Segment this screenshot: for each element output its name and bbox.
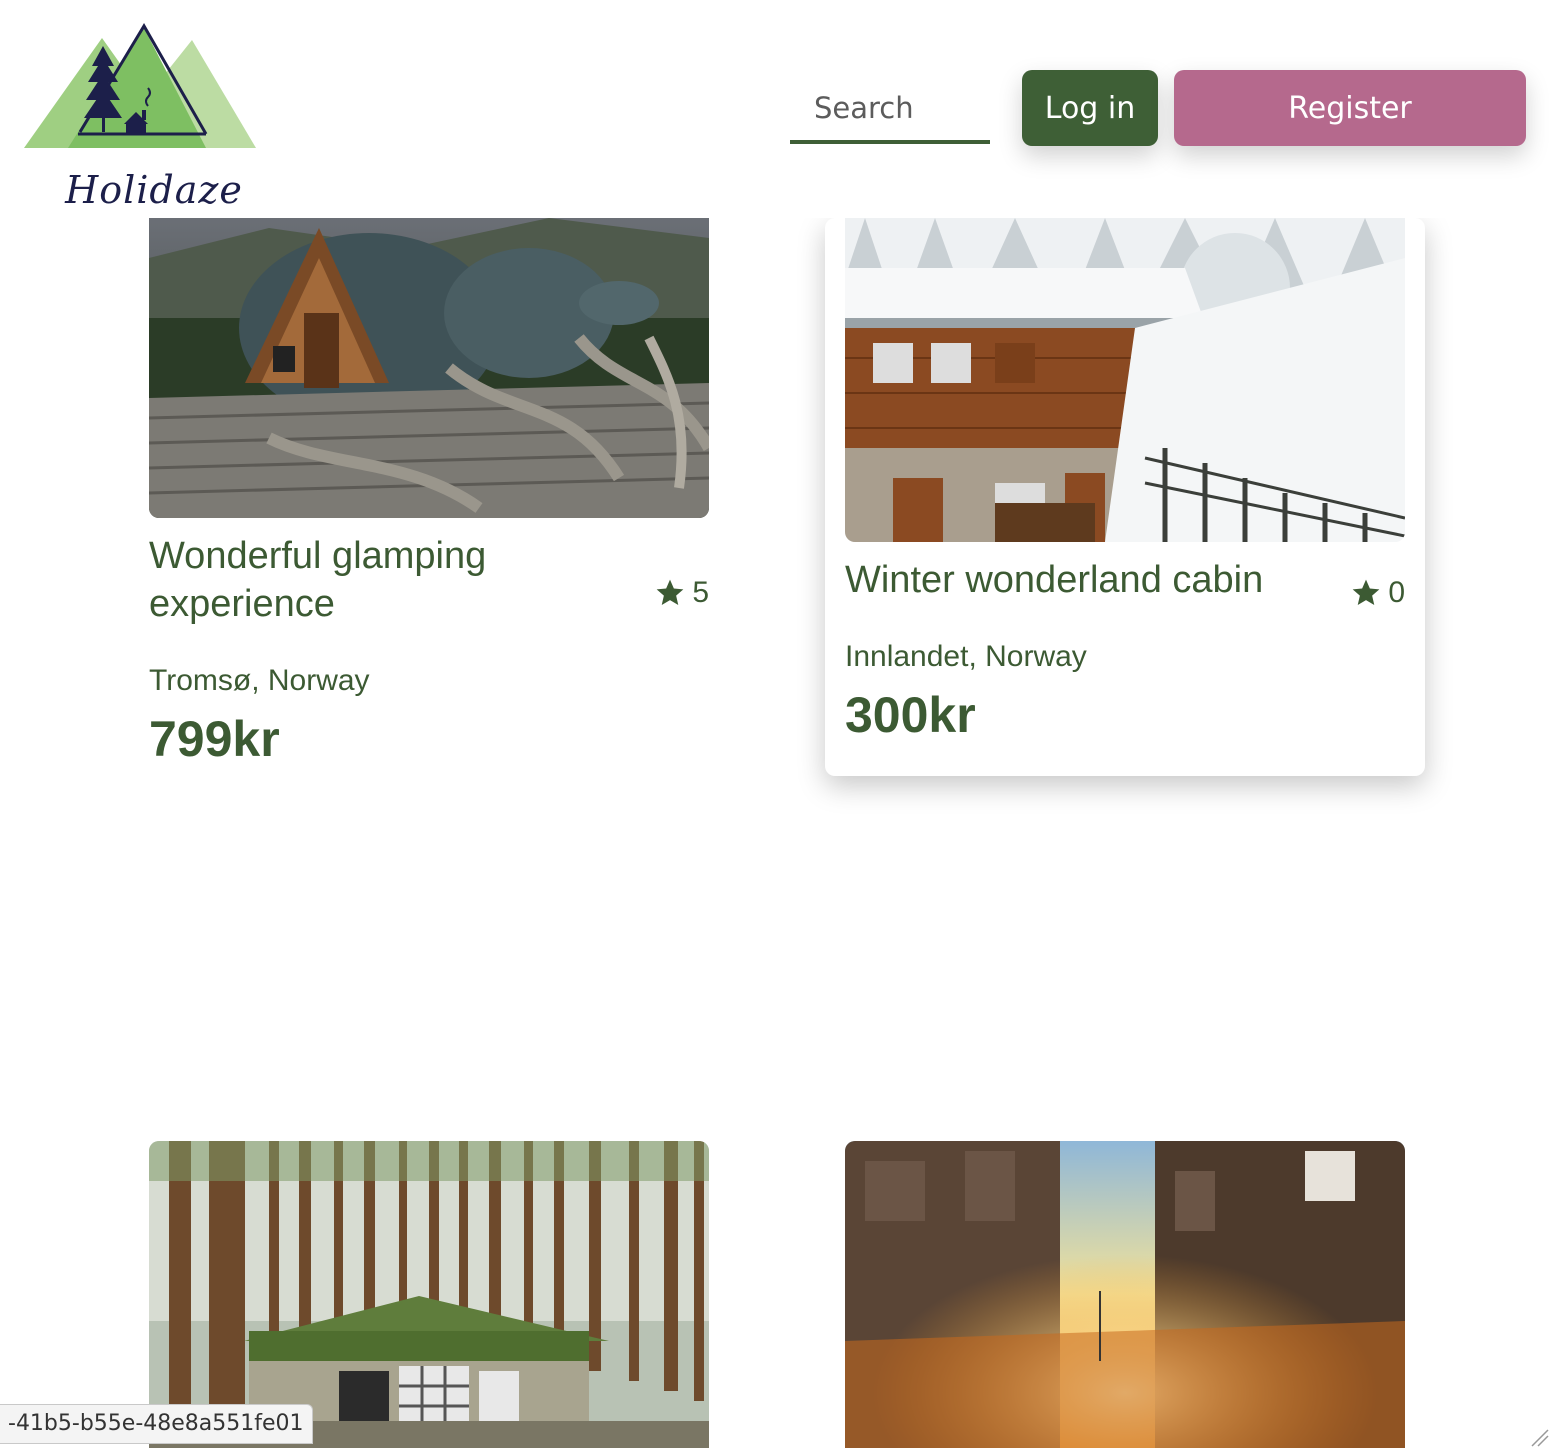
brand-name: Holidaze bbox=[65, 168, 243, 212]
search-input[interactable] bbox=[790, 80, 990, 136]
site-header: Holidaze Log in Register bbox=[0, 0, 1550, 218]
register-button[interactable]: Register bbox=[1174, 70, 1526, 146]
listing-price: 799kr bbox=[149, 711, 280, 767]
login-button[interactable]: Log in bbox=[1022, 70, 1158, 146]
winter-cabin-photo bbox=[845, 218, 1405, 542]
listing-image bbox=[149, 218, 709, 518]
listing-location: Tromsø, Norway bbox=[149, 664, 370, 697]
resize-handle-icon[interactable] bbox=[1528, 1426, 1550, 1448]
status-url: -41b5-b55e-48e8a551fe01 bbox=[0, 1404, 313, 1444]
listing-title: Winter wonderland cabin bbox=[845, 559, 1264, 601]
sunset-street-photo bbox=[845, 1141, 1405, 1448]
holidaze-logo[interactable]: Holidaze bbox=[20, 20, 260, 212]
listing-card[interactable]: Wonderful glamping experience 5 Tromsø, … bbox=[149, 218, 709, 778]
rating-value: 5 bbox=[692, 576, 709, 609]
listing-location: Innlandet, Norway bbox=[845, 640, 1087, 673]
listing-title: Wonderful glamping experience bbox=[149, 535, 487, 625]
listing-card[interactable] bbox=[845, 1141, 1405, 1448]
listing-rating: 0 bbox=[1350, 576, 1405, 610]
listing-card[interactable] bbox=[149, 1141, 709, 1448]
listing-image bbox=[149, 1141, 709, 1448]
listing-image bbox=[845, 218, 1405, 542]
rating-value: 0 bbox=[1388, 576, 1405, 609]
listing-card[interactable]: Winter wonderland cabin 0 Innlandet, Nor… bbox=[825, 218, 1425, 776]
listing-rating: 5 bbox=[654, 576, 709, 610]
star-icon bbox=[656, 579, 684, 605]
forest-cabin-photo bbox=[149, 1141, 709, 1448]
listing-price: 300kr bbox=[845, 687, 976, 743]
glamping-photo bbox=[149, 218, 709, 518]
search-field[interactable] bbox=[790, 80, 990, 144]
listing-image bbox=[845, 1141, 1405, 1448]
star-icon bbox=[1352, 579, 1380, 605]
